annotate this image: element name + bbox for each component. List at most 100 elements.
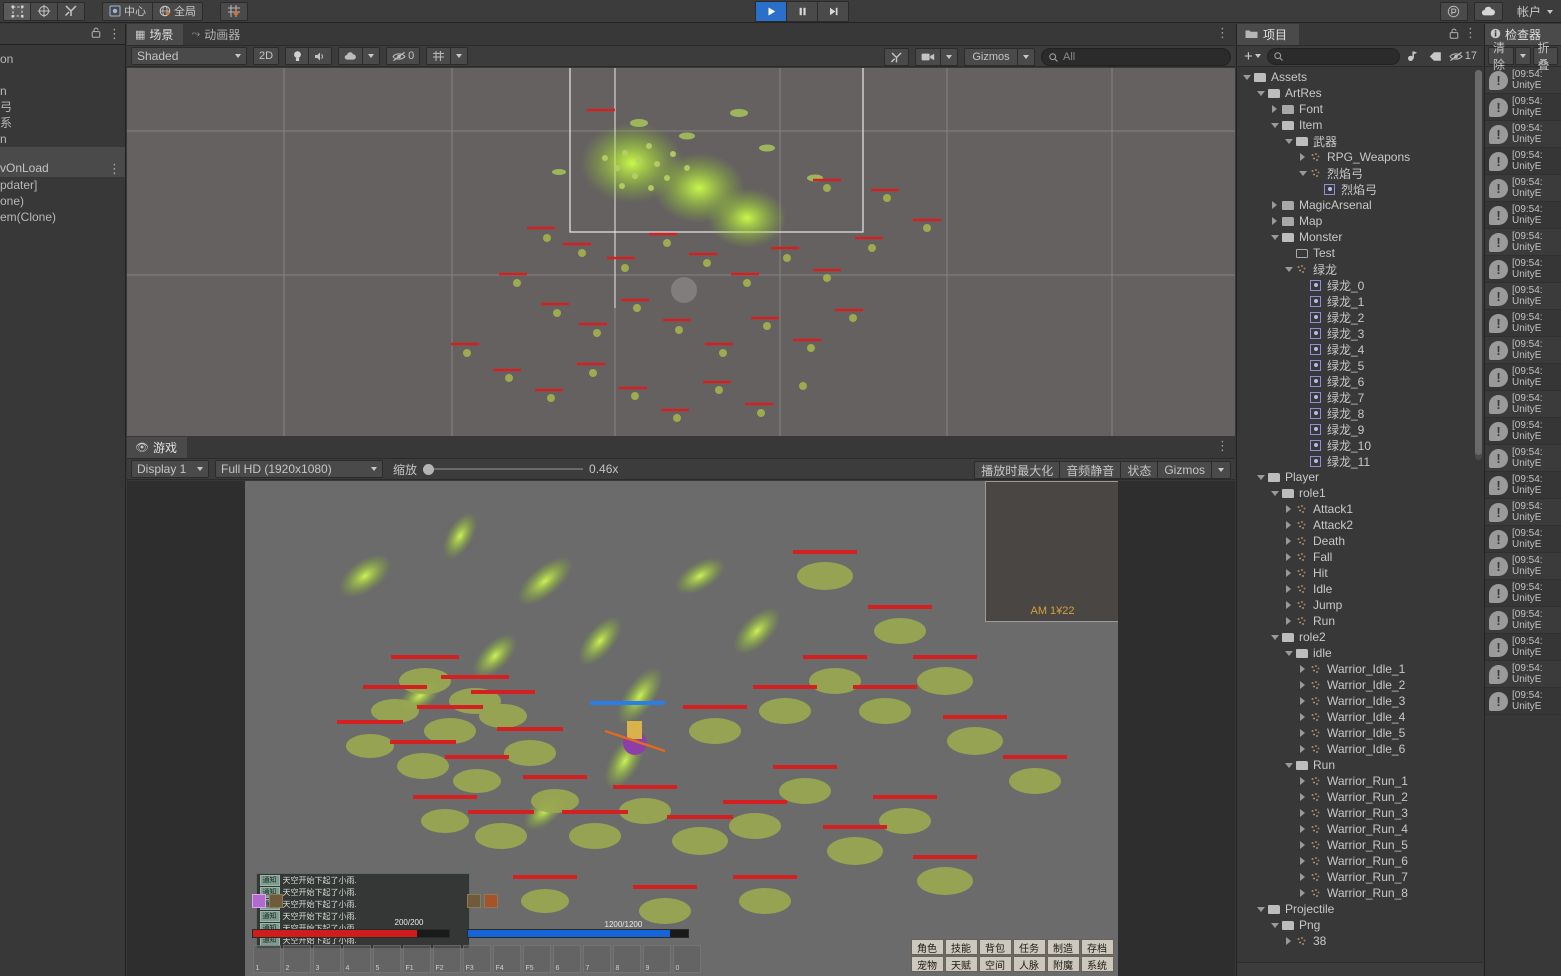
space-mode-button[interactable]: 全局 bbox=[152, 1, 203, 21]
hierarchy-section-header[interactable]: vOnLoad ⋮ bbox=[0, 160, 125, 177]
filter-by-type-button[interactable] bbox=[1403, 47, 1423, 65]
skill-slot[interactable]: 3 bbox=[312, 945, 341, 973]
project-asset-tree[interactable]: Assets ArtRes Font Item 武器RPG_Weapons 烈焰弓 ▸ 烈焰弓… bbox=[1237, 69, 1483, 962]
console-log-row[interactable]: ! [09:54: UnityE bbox=[1485, 418, 1561, 445]
asset-tree-row[interactable]: ▸ 绿龙_1 bbox=[1237, 293, 1483, 309]
console-log-row[interactable]: ! [09:54: UnityE bbox=[1485, 580, 1561, 607]
resolution-dropdown[interactable]: Full HD (1920x1080) bbox=[215, 460, 383, 478]
tree-expand-arrow[interactable] bbox=[1283, 762, 1294, 768]
asset-tree-row[interactable]: Projectile bbox=[1237, 901, 1483, 917]
asset-tree-row[interactable]: 绿龙 bbox=[1237, 261, 1483, 277]
scene-tool-settings-button[interactable] bbox=[884, 48, 909, 66]
console-log-row[interactable]: ! [09:54: UnityE bbox=[1485, 229, 1561, 256]
tab-game[interactable]: 👁 游戏 bbox=[127, 437, 187, 458]
skill-slot[interactable]: 4 bbox=[342, 945, 371, 973]
scene-lighting-button[interactable] bbox=[285, 47, 310, 65]
asset-tree-row[interactable]: Warrior_Run_4 bbox=[1237, 821, 1483, 837]
hierarchy-menu-icon[interactable]: ⋮ bbox=[108, 27, 121, 40]
tree-collapse-arrow[interactable] bbox=[1297, 729, 1308, 737]
asset-tree-row[interactable]: Warrior_Run_8 bbox=[1237, 885, 1483, 901]
minimap[interactable]: AM 1¥22 bbox=[984, 481, 1118, 622]
tree-collapse-arrow[interactable] bbox=[1297, 745, 1308, 753]
tree-expand-arrow[interactable] bbox=[1297, 170, 1308, 176]
hierarchy-row[interactable]: 弓 bbox=[0, 99, 125, 115]
game-screen[interactable]: AM 1¥22 通知天空开始下起了小雨.通知天空开始下起了小雨.通知天空开始下起… bbox=[244, 481, 1118, 976]
tree-collapse-arrow[interactable] bbox=[1283, 601, 1294, 609]
toggle-2d-button[interactable]: 2D bbox=[253, 47, 280, 65]
clear-console-dropdown[interactable] bbox=[1514, 47, 1531, 65]
asset-tree-row[interactable]: ▸ 绿龙_7 bbox=[1237, 389, 1483, 405]
console-log-row[interactable]: ! [09:54: UnityE bbox=[1485, 148, 1561, 175]
asset-tree-row[interactable]: Player bbox=[1237, 469, 1483, 485]
shading-mode-dropdown[interactable]: Shaded bbox=[131, 47, 247, 65]
scene-gizmos-button[interactable]: Gizmos bbox=[964, 48, 1018, 66]
tree-collapse-arrow[interactable] bbox=[1297, 681, 1308, 689]
tree-collapse-arrow[interactable] bbox=[1283, 553, 1294, 561]
skill-slot[interactable]: 7 bbox=[582, 945, 611, 973]
console-log-row[interactable]: ! [09:54: UnityE bbox=[1485, 256, 1561, 283]
console-log-row[interactable]: ! [09:54: UnityE bbox=[1485, 526, 1561, 553]
tree-collapse-arrow[interactable] bbox=[1297, 889, 1308, 897]
scene-fx-dropdown[interactable] bbox=[362, 47, 381, 65]
game-menu-icon[interactable]: ⋮ bbox=[1216, 439, 1229, 452]
display-dropdown[interactable]: Display 1 bbox=[131, 460, 209, 478]
asset-tree-row[interactable]: 烈焰弓 bbox=[1237, 165, 1483, 181]
asset-tree-row[interactable]: Hit bbox=[1237, 565, 1483, 581]
tree-collapse-arrow[interactable] bbox=[1297, 841, 1308, 849]
collab-button[interactable] bbox=[1439, 2, 1468, 21]
tab-project[interactable]: 项目 bbox=[1237, 24, 1300, 45]
tree-expand-arrow[interactable] bbox=[1255, 906, 1266, 912]
tree-collapse-arrow[interactable] bbox=[1297, 697, 1308, 705]
clear-console-button[interactable]: 清除 bbox=[1488, 41, 1514, 72]
asset-tree-row[interactable]: Warrior_Run_5 bbox=[1237, 837, 1483, 853]
tab-animator[interactable]: ⤳ 动画器 bbox=[183, 24, 251, 45]
skill-slot[interactable]: 2 bbox=[282, 945, 311, 973]
hud-menu-button[interactable]: 技能 bbox=[944, 939, 978, 955]
asset-tree-row[interactable]: Item bbox=[1237, 117, 1483, 133]
console-log-row[interactable]: ! [09:54: UnityE bbox=[1485, 688, 1561, 715]
asset-tree-row[interactable]: idle bbox=[1237, 645, 1483, 661]
scene-fx-button[interactable] bbox=[338, 47, 364, 65]
scene-menu-icon[interactable]: ⋮ bbox=[1216, 26, 1229, 39]
skill-slot[interactable]: 1 bbox=[252, 945, 281, 973]
tree-expand-arrow[interactable] bbox=[1269, 122, 1280, 128]
console-log-row[interactable]: ! [09:54: UnityE bbox=[1485, 553, 1561, 580]
create-asset-button[interactable]: + bbox=[1241, 48, 1264, 65]
project-hidden-count[interactable]: 17 bbox=[1449, 50, 1479, 62]
skill-slot[interactable]: 5 bbox=[372, 945, 401, 973]
asset-tree-row[interactable]: role1 bbox=[1237, 485, 1483, 501]
tree-collapse-arrow[interactable] bbox=[1297, 825, 1308, 833]
tree-collapse-arrow[interactable] bbox=[1283, 937, 1294, 945]
asset-tree-row[interactable]: Run bbox=[1237, 757, 1483, 773]
asset-tree-row[interactable]: Attack1 bbox=[1237, 501, 1483, 517]
cloud-button[interactable] bbox=[1473, 2, 1503, 21]
lock-icon[interactable] bbox=[91, 27, 101, 41]
asset-tree-row[interactable]: Monster bbox=[1237, 229, 1483, 245]
asset-tree-row[interactable]: MagicArsenal bbox=[1237, 197, 1483, 213]
hierarchy-row[interactable]: on bbox=[0, 51, 125, 67]
asset-tree-row[interactable]: Png bbox=[1237, 917, 1483, 933]
asset-tree-row[interactable]: 武器 bbox=[1237, 133, 1483, 149]
asset-tree-row[interactable]: Jump bbox=[1237, 597, 1483, 613]
skill-slot[interactable]: F5 bbox=[522, 945, 551, 973]
skill-slot[interactable]: 6 bbox=[552, 945, 581, 973]
tree-collapse-arrow[interactable] bbox=[1297, 665, 1308, 673]
asset-tree-row[interactable]: Warrior_Run_1 bbox=[1237, 773, 1483, 789]
asset-tree-row[interactable]: ▸ 绿龙_10 bbox=[1237, 437, 1483, 453]
game-viewport[interactable]: AM 1¥22 通知天空开始下起了小雨.通知天空开始下起了小雨.通知天空开始下起… bbox=[127, 481, 1235, 976]
asset-tree-row[interactable]: Attack2 bbox=[1237, 517, 1483, 533]
asset-tree-row[interactable]: Warrior_Run_3 bbox=[1237, 805, 1483, 821]
tree-expand-arrow[interactable] bbox=[1241, 74, 1252, 80]
project-menu-icon[interactable]: ⋮ bbox=[1464, 26, 1477, 39]
asset-tree-row[interactable]: Assets bbox=[1237, 69, 1483, 85]
hud-menu-button[interactable]: 空间 bbox=[978, 956, 1012, 972]
tree-expand-arrow[interactable] bbox=[1283, 650, 1294, 656]
tree-collapse-arrow[interactable] bbox=[1297, 153, 1308, 161]
hierarchy-row[interactable]: n bbox=[0, 83, 125, 99]
scene-hidden-objects-button[interactable]: 0 bbox=[386, 47, 421, 65]
skill-slot[interactable]: F4 bbox=[492, 945, 521, 973]
tree-collapse-arrow[interactable] bbox=[1283, 617, 1294, 625]
asset-tree-row[interactable]: ▸ 绿龙_9 bbox=[1237, 421, 1483, 437]
scene-gizmos-dropdown[interactable] bbox=[1017, 48, 1035, 66]
scene-viewport[interactable] bbox=[127, 68, 1235, 436]
